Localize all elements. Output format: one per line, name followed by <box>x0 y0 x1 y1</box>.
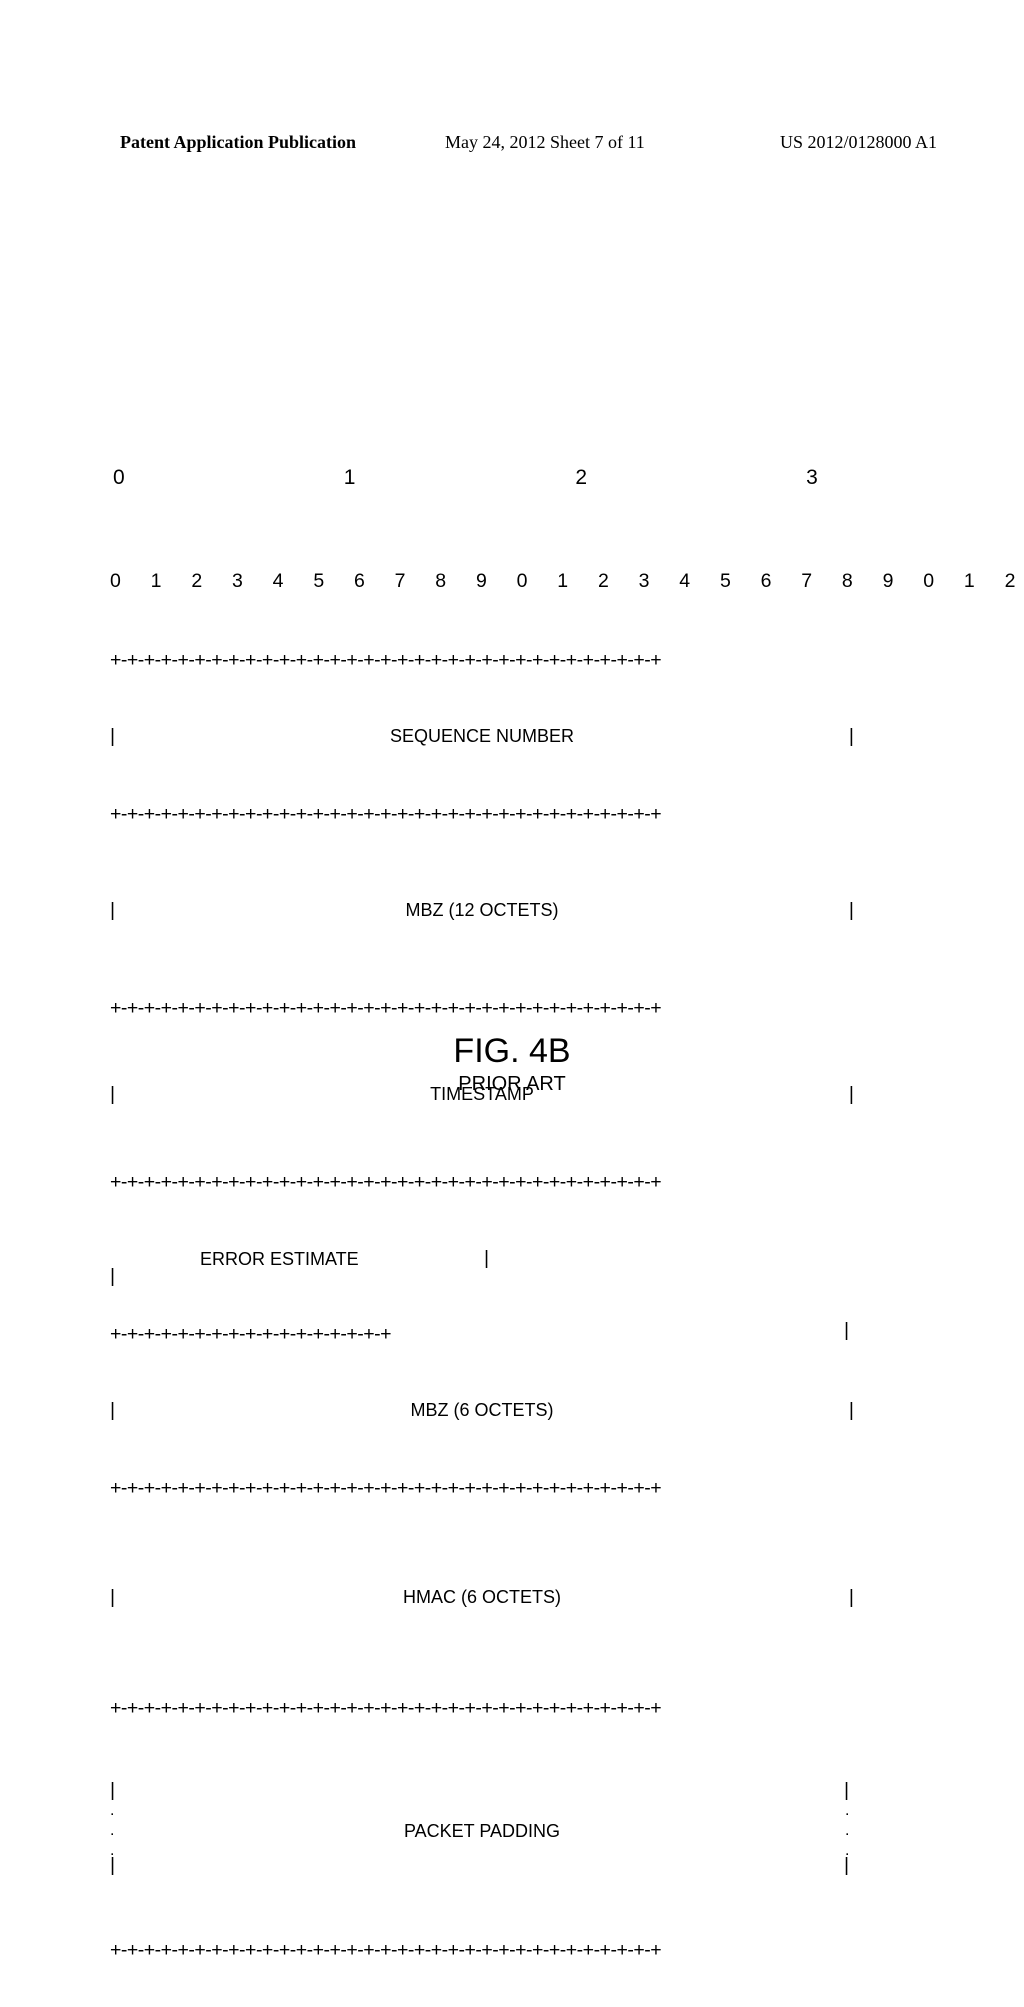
bar-icon: | <box>484 1247 489 1270</box>
field-label: SEQUENCE NUMBER <box>115 725 849 747</box>
bar-icon: | <box>849 899 854 921</box>
dots-icon: . <box>110 1801 114 1821</box>
dots-icon: . <box>845 1801 849 1821</box>
field-label: MBZ (12 OCTETS) <box>115 899 849 921</box>
header-right: US 2012/0128000 A1 <box>780 132 937 153</box>
field-error-estimate: | ERROR ESTIMATE | | <box>110 1247 854 1269</box>
figure-subtitle: PRIOR ART <box>0 1073 1024 1096</box>
bit-group-1: 1 <box>344 466 356 490</box>
bar-icon: | <box>849 725 854 747</box>
packet-diagram: 0 1 2 3 0 1 2 3 4 5 6 7 8 9 0 1 2 3 4 5 6 7… <box>110 388 854 1997</box>
bit-group-2: 2 <box>575 466 587 490</box>
bar-icon: | <box>110 1779 115 1802</box>
field-hmac: | HMAC (6 OCTETS) | <box>110 1553 854 1641</box>
bar-icon: | <box>849 1586 854 1608</box>
header-left: Patent Application Publication <box>120 132 356 153</box>
field-label: HMAC (6 OCTETS) <box>115 1586 849 1608</box>
ruler-line: +-+-+-+-+-+-+-+-+-+-+-+-+-+-+-+-+-+-+-+-… <box>110 997 854 1019</box>
half-ruler-line: +-+-+-+-+-+-+-+-+-+-+-+-+-+-+-+-+ <box>110 1323 854 1345</box>
bar-icon: | <box>844 1854 849 1877</box>
ruler-line: +-+-+-+-+-+-+-+-+-+-+-+-+-+-+-+-+-+-+-+-… <box>110 1171 854 1193</box>
bit-group-0: 0 <box>113 466 125 490</box>
bar-icon: | <box>110 1854 115 1877</box>
field-label: PACKET PADDING <box>110 1821 854 1842</box>
bit-group-row: 0 1 2 3 <box>110 442 854 514</box>
figure-number: FIG. 4B <box>0 1032 1024 1071</box>
ruler-line: +-+-+-+-+-+-+-+-+-+-+-+-+-+-+-+-+-+-+-+-… <box>110 1939 854 1961</box>
ruler-line: +-+-+-+-+-+-+-+-+-+-+-+-+-+-+-+-+-+-+-+-… <box>110 1477 854 1499</box>
bit-numbers: 0 1 2 3 4 5 6 7 8 9 0 1 2 3 4 5 6 7 8 9 … <box>110 570 854 593</box>
ruler-line: +-+-+-+-+-+-+-+-+-+-+-+-+-+-+-+-+-+-+-+-… <box>110 649 854 671</box>
field-label: ERROR ESTIMATE <box>200 1249 359 1270</box>
field-mbz-12: | MBZ (12 OCTETS) | <box>110 879 854 941</box>
header-mid: May 24, 2012 Sheet 7 of 11 <box>445 132 645 153</box>
field-sequence-number: | SEQUENCE NUMBER | <box>110 725 854 747</box>
ruler-line: +-+-+-+-+-+-+-+-+-+-+-+-+-+-+-+-+-+-+-+-… <box>110 803 854 825</box>
field-packet-padding: | | . . . . . . PACKET PADDING | | <box>110 1773 854 1883</box>
bar-icon: | <box>844 1779 849 1802</box>
field-label: MBZ (6 OCTETS) <box>115 1399 849 1421</box>
field-mbz-6: | MBZ (6 OCTETS) | <box>110 1399 854 1421</box>
figure-caption: FIG. 4B PRIOR ART <box>0 1032 1024 1096</box>
bar-icon: | <box>110 1265 115 1288</box>
bit-group-3: 3 <box>806 466 818 490</box>
bar-icon: | <box>849 1399 854 1421</box>
bar-icon: | <box>844 1319 849 1342</box>
ruler-line: +-+-+-+-+-+-+-+-+-+-+-+-+-+-+-+-+-+-+-+-… <box>110 1697 854 1719</box>
